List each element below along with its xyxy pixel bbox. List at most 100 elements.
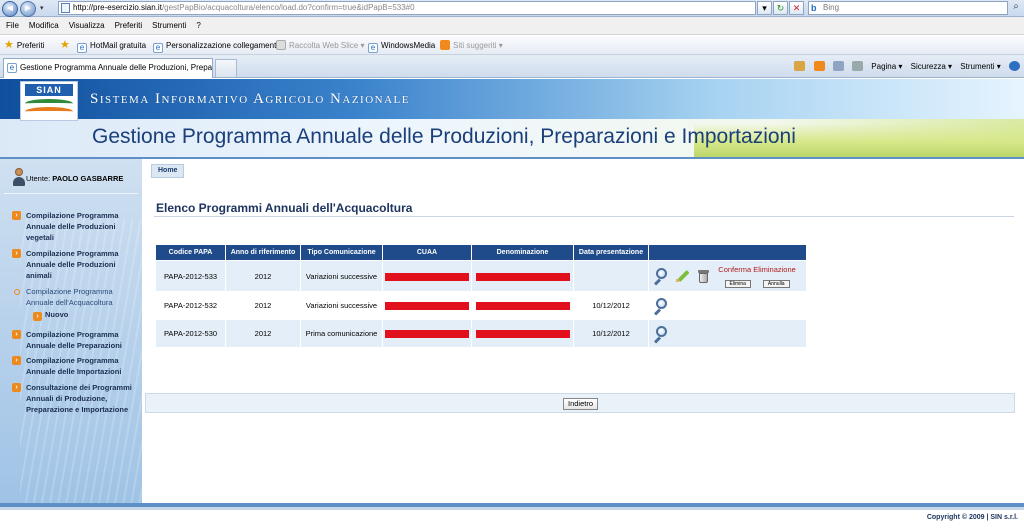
url-dropdown-icon[interactable]: ▾ bbox=[757, 1, 772, 15]
fav-siti-suggeriti[interactable]: Siti suggeriti ▾ bbox=[440, 36, 503, 55]
menu-strumenti[interactable]: Strumenti bbox=[147, 17, 191, 35]
menu-preferiti[interactable]: Preferiti bbox=[110, 17, 148, 35]
page-icon bbox=[61, 3, 70, 13]
stop-icon[interactable]: ✕ bbox=[789, 1, 804, 15]
favorites-button[interactable]: ★ Preferiti bbox=[4, 36, 44, 55]
table-row: PAPA-2012-532 2012 Variazioni successive… bbox=[155, 291, 807, 320]
home-icon[interactable] bbox=[794, 61, 806, 71]
menu-strumenti-cmd[interactable]: Strumenti ▾ bbox=[960, 62, 1000, 71]
redacted-cuaa bbox=[385, 302, 469, 310]
cell-tipo: Variazioni successive bbox=[300, 260, 383, 292]
cell-tipo: Variazioni successive bbox=[300, 291, 383, 320]
sidebar-subitem-nuovo[interactable]: › Nuovo bbox=[33, 310, 68, 321]
trash-icon[interactable] bbox=[697, 269, 710, 284]
sidebar-item-produzioni-animali[interactable]: › Compilazione Programma Annuale delle P… bbox=[12, 248, 138, 281]
arrow-right-icon: › bbox=[12, 211, 21, 220]
redacted-cuaa bbox=[385, 330, 469, 338]
circle-bullet-icon bbox=[14, 289, 20, 295]
cell-actions bbox=[648, 291, 807, 320]
feeds-icon[interactable] bbox=[813, 61, 825, 71]
cell-actions: Conferma Eliminazione Elimina Annulla bbox=[648, 260, 807, 292]
url-input[interactable]: http://pre-esercizio.sian.it/gestPapBio/… bbox=[58, 1, 756, 15]
banner-subtitle: Sistema Informativo Agricolo Nazionale bbox=[90, 91, 410, 107]
logo-text: SIAN bbox=[25, 84, 73, 96]
cell-anno: 2012 bbox=[225, 319, 301, 348]
ie-page-icon: e bbox=[368, 43, 378, 53]
sidebar-item-importazioni[interactable]: › Compilazione Programma Annuale delle I… bbox=[12, 355, 138, 377]
search-placeholder: Bing bbox=[823, 3, 840, 12]
section-title: Elenco Programmi Annuali dell'Acquacoltu… bbox=[156, 201, 413, 215]
copyright-text: Copyright © 2009 | SIN s.r.l. bbox=[926, 514, 1018, 521]
view-detail-icon[interactable] bbox=[653, 268, 669, 286]
menu-pagina[interactable]: Pagina ▾ bbox=[871, 62, 902, 71]
col-codice: Codice PAPA bbox=[155, 244, 226, 261]
fav-raccolta-web-slice[interactable]: Raccolta Web Slice ▾ bbox=[276, 36, 364, 55]
menu-visualizza[interactable]: Visualizza bbox=[64, 17, 110, 35]
favorites-bar: ★ Preferiti ★ e HotMail gratuita e Personal… bbox=[0, 36, 1024, 55]
cell-denominazione bbox=[471, 291, 574, 320]
refresh-icon[interactable]: ↻ bbox=[773, 1, 788, 15]
col-anno: Anno di riferimento bbox=[225, 244, 301, 261]
redacted-denominazione bbox=[475, 272, 570, 281]
view-detail-icon[interactable] bbox=[653, 297, 669, 316]
cell-codice: PAPA-2012-532 bbox=[155, 291, 226, 320]
action-bar: Indietro bbox=[145, 393, 1015, 413]
mail-icon[interactable] bbox=[832, 61, 844, 71]
sidebar-item-produzioni-vegetali[interactable]: › Compilazione Programma Annuale delle P… bbox=[12, 210, 138, 243]
main-content: Home Elenco Programmi Annuali dell'Acqua… bbox=[142, 159, 1024, 503]
ie-page-icon: e bbox=[77, 43, 87, 53]
redacted-denominazione bbox=[475, 302, 570, 310]
confirm-delete-label: Conferma Eliminazione bbox=[718, 264, 796, 274]
annulla-button[interactable]: Annulla bbox=[762, 279, 790, 288]
search-input[interactable]: b Bing bbox=[808, 1, 1008, 15]
col-tipo: Tipo Comunicazione bbox=[300, 244, 383, 261]
arrow-right-icon: › bbox=[12, 249, 21, 258]
sidebar-item-acquacoltura[interactable]: Compilazione Programma Annuale dell'Acqu… bbox=[12, 286, 138, 308]
add-favorite-icon[interactable]: ★ bbox=[60, 36, 70, 55]
elimina-button[interactable]: Elimina bbox=[724, 279, 751, 288]
new-tab-button[interactable] bbox=[215, 59, 237, 77]
cell-anno: 2012 bbox=[225, 260, 301, 292]
tab-active[interactable]: e Gestione Programma Annuale delle Produ… bbox=[3, 58, 213, 78]
menu-file[interactable]: File bbox=[0, 17, 24, 35]
cell-cuaa bbox=[382, 319, 472, 348]
redacted-cuaa bbox=[385, 272, 469, 281]
sidebar-item-consultazione[interactable]: › Consultazione dei Programmi Annuali di… bbox=[12, 382, 138, 415]
cell-denominazione bbox=[471, 319, 574, 348]
menu-modifica[interactable]: Modifica bbox=[24, 17, 64, 35]
ie-page-icon: e bbox=[153, 43, 163, 53]
sidebar-item-preparazioni[interactable]: › Compilazione Programma Annuale delle P… bbox=[12, 329, 138, 351]
fav-personalizzazione[interactable]: e Personalizzazione collegamenti bbox=[153, 36, 278, 55]
web-slice-icon bbox=[276, 40, 286, 50]
back-button[interactable]: ◄ bbox=[2, 1, 18, 17]
arrow-right-icon: › bbox=[33, 312, 42, 321]
arrow-right-icon: › bbox=[12, 356, 21, 365]
search-icon[interactable]: ⌕ bbox=[1009, 1, 1023, 15]
breadcrumb-home[interactable]: Home bbox=[151, 164, 185, 178]
fav-windowsmedia[interactable]: e WindowsMedia bbox=[368, 36, 435, 55]
command-bar: Pagina ▾ Sicurezza ▾ Strumenti ▾ bbox=[788, 59, 1020, 75]
url-path: /gestPapBio/acquacoltura/elenco/load.do?… bbox=[161, 3, 415, 12]
menu-help[interactable]: ? bbox=[191, 17, 205, 35]
cell-cuaa bbox=[382, 260, 472, 292]
help-icon[interactable] bbox=[1009, 61, 1020, 71]
menu-bar: File Modifica Visualizza Preferiti Strumenti… bbox=[0, 17, 1024, 35]
fav-hotmail[interactable]: e HotMail gratuita bbox=[77, 36, 146, 55]
sian-logo[interactable]: SIAN bbox=[20, 81, 78, 121]
view-detail-icon[interactable] bbox=[653, 325, 669, 344]
user-name: PAOLO GASBARRE bbox=[52, 174, 124, 183]
redacted-denominazione bbox=[475, 330, 570, 338]
page-title: Gestione Programma Annuale delle Produzi… bbox=[92, 125, 796, 148]
indietro-button[interactable]: Indietro bbox=[563, 398, 599, 410]
cell-codice: PAPA-2012-530 bbox=[155, 319, 226, 348]
cell-cuaa bbox=[382, 291, 472, 320]
print-icon[interactable] bbox=[852, 61, 864, 71]
arrow-right-icon: › bbox=[12, 330, 21, 339]
cell-data: 10/12/2012 bbox=[573, 319, 649, 348]
cell-codice: PAPA-2012-533 bbox=[155, 260, 226, 292]
site-banner: SIAN Sistema Informativo Agricolo Nazion… bbox=[0, 79, 1024, 157]
menu-sicurezza[interactable]: Sicurezza ▾ bbox=[911, 62, 952, 71]
forward-button[interactable]: ► bbox=[20, 1, 36, 17]
history-dropdown-icon[interactable]: ▾ bbox=[40, 4, 44, 12]
edit-pencil-icon[interactable] bbox=[675, 269, 690, 283]
